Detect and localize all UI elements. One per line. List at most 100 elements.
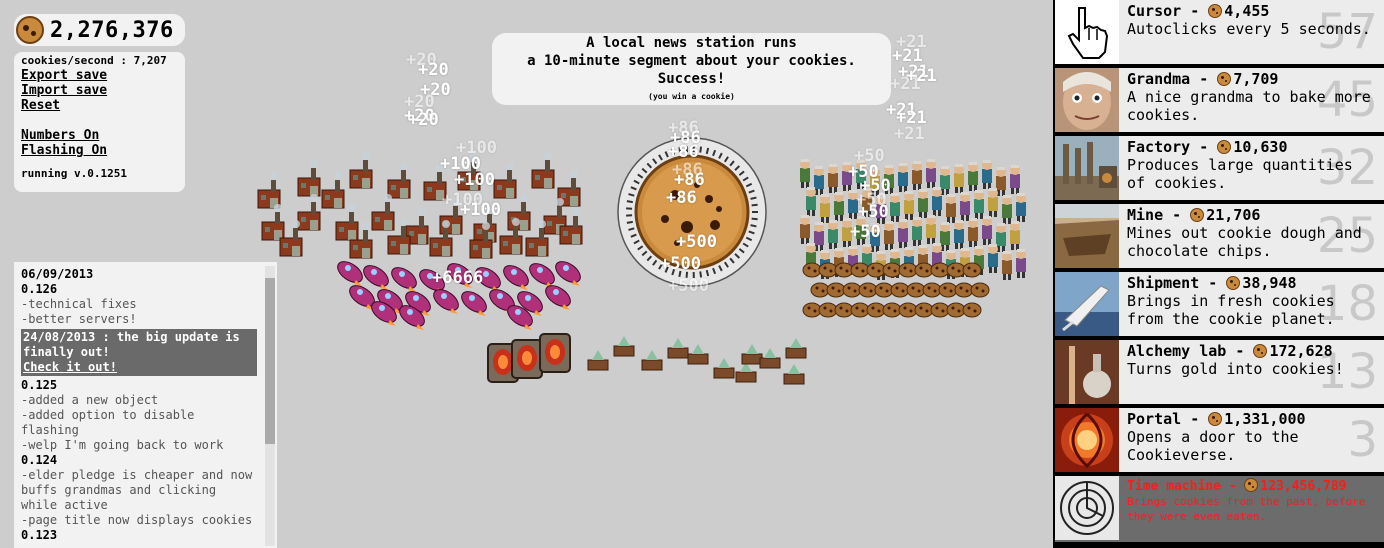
orbiting-cursor — [750, 224, 757, 228]
store-item-grandma[interactable]: 45 Grandma - 7,709 A nice grandma to bake … — [1055, 68, 1384, 132]
building-name: Portal — [1127, 410, 1182, 428]
changelog-scrollbar[interactable] — [265, 266, 275, 546]
mine-sprite — [882, 302, 902, 318]
alchemy-lab-icon — [1055, 340, 1119, 404]
grandma-sprite — [862, 188, 872, 217]
orbiting-cursor — [626, 220, 633, 224]
factory-sprite — [387, 162, 411, 199]
big-cookie[interactable] — [617, 137, 767, 287]
grandma-sprite — [856, 160, 866, 189]
grandma-sprite — [800, 159, 810, 188]
grandma-sprite — [842, 162, 852, 191]
building-price-value: 172,628 — [1269, 342, 1333, 360]
store-item-text: Mine - 21,706 Mines out cookie dough and … — [1127, 206, 1378, 260]
mine-sprite — [834, 262, 854, 278]
store-item-time-machine[interactable]: Time machine - 123,456,789 Brings cookies… — [1055, 476, 1384, 542]
grandma-sprite — [890, 193, 900, 222]
factory-sprite — [297, 160, 321, 197]
store-item-mine[interactable]: 25 Mine - 21,706 Mines out cookie dough an… — [1055, 204, 1384, 268]
mine-icon — [1055, 204, 1119, 268]
changelog-item: -better servers! — [21, 312, 137, 326]
grandma-sprite — [884, 221, 894, 250]
check-it-out-link[interactable]: Check it out! — [23, 360, 117, 374]
factory-sprite — [261, 204, 285, 241]
factory-sprite — [371, 194, 395, 231]
mine-sprite — [842, 282, 862, 298]
mine-sprite — [914, 262, 934, 278]
grandma-sprite — [1016, 193, 1026, 222]
store-item-text: Cursor - 4,455 Autoclicks every 5 seconds… — [1127, 2, 1378, 38]
mine-sprite — [890, 282, 910, 298]
factory-icon — [1055, 136, 1119, 200]
factory-sprite — [531, 152, 555, 189]
orbiting-cursor — [699, 271, 703, 278]
building-price: 1,331,000 — [1208, 410, 1306, 428]
mine-sprite — [882, 262, 902, 278]
building-description: Mines out cookie dough and chocolate chi… — [1127, 224, 1362, 260]
store-item-cursor[interactable]: 57 Cursor - 4,455 Autoclicks every 5 secon… — [1055, 0, 1384, 64]
grandma-sprite — [1010, 221, 1020, 250]
mine-sprite — [818, 302, 838, 318]
building-name: Grandma — [1127, 70, 1191, 88]
mine-sprite — [946, 302, 966, 318]
cookie-icon — [1217, 140, 1232, 154]
building-description: Brings cookies from the past, before the… — [1127, 495, 1366, 523]
store-item-text: Shipment - 38,948 Brings in fresh cookies… — [1127, 274, 1378, 328]
portal-sprite — [539, 333, 571, 373]
shipment-sprite — [461, 291, 487, 316]
mine-sprite — [866, 302, 886, 318]
mine-sprite — [874, 282, 894, 298]
alchemy-lab-sprite — [641, 350, 663, 371]
grandma-sprite — [988, 244, 998, 273]
alchemy-lab-sprite — [759, 348, 781, 369]
name-price-separator: - — [1199, 274, 1227, 292]
grandma-sprite — [856, 216, 866, 245]
store-item-portal[interactable]: 3 Portal - 1,331,000 Opens a door to the C… — [1055, 408, 1384, 472]
grandma-sprite — [1016, 249, 1026, 278]
grandma-sprite — [898, 163, 908, 192]
building-description: Produces large quantities of cookies. — [1127, 156, 1353, 192]
mine-sprite — [906, 282, 926, 298]
mine-sprite — [802, 302, 822, 318]
changelog-version: 0.124 — [21, 453, 58, 467]
cookie-icon — [1244, 478, 1259, 492]
grandma-sprite — [806, 187, 816, 216]
changelog-item: -page title now displays cookies — [21, 513, 253, 527]
building-price-value: 4,455 — [1224, 2, 1270, 20]
cookie-icon — [1217, 72, 1232, 86]
grandma-sprite — [834, 192, 844, 221]
shipment-sprite — [475, 267, 501, 292]
grandma-sprite — [884, 165, 894, 194]
building-price: 38,948 — [1226, 274, 1297, 292]
changelog-scroll-thumb[interactable] — [265, 278, 275, 444]
alchemy-lab-sprite — [783, 364, 805, 385]
store-item-text: Portal - 1,331,000 Opens a door to the Co… — [1127, 410, 1378, 464]
building-price-value: 7,709 — [1233, 70, 1279, 88]
mine-sprite — [914, 302, 934, 318]
grandma-sprite — [982, 216, 992, 245]
changelog-panel[interactable]: 06/09/2013 0.126 -technical fixes -better s… — [14, 262, 277, 548]
big-cookie-icon[interactable] — [617, 137, 767, 287]
grandma-sprite — [918, 189, 928, 218]
cookie-icon — [1208, 412, 1223, 426]
grandma-sprite — [988, 188, 998, 217]
name-price-separator: - — [1226, 342, 1254, 360]
building-description: A nice grandma to bake more cookies. — [1127, 88, 1371, 124]
shipment-icon — [1055, 272, 1119, 336]
store-item-alchemy-lab[interactable]: 13 Alchemy lab - 172,628 Turns gold into c… — [1055, 340, 1384, 404]
grandma-sprite — [926, 215, 936, 244]
grandma-icon — [1055, 68, 1119, 132]
grandma-sprite — [912, 161, 922, 190]
store-item-shipment[interactable]: 18 Shipment - 38,948 Brings in fresh cooki… — [1055, 272, 1384, 336]
shipment-sprite — [337, 261, 363, 286]
grandma-sprite — [1010, 165, 1020, 194]
changelog-item: -elder pledge is cheaper and now buffs g… — [21, 468, 253, 512]
building-name: Mine — [1127, 206, 1164, 224]
changelog-item: -welp I'm going back to work — [21, 438, 224, 452]
orbiting-cursor — [750, 196, 757, 200]
mine-sprite — [850, 302, 870, 318]
changelog-date: 06/09/2013 — [21, 267, 94, 281]
building-price: 4,455 — [1208, 2, 1269, 20]
store-item-factory[interactable]: 32 Factory - 10,630 Produces large quantit… — [1055, 136, 1384, 200]
orbiting-cursor — [626, 200, 633, 204]
